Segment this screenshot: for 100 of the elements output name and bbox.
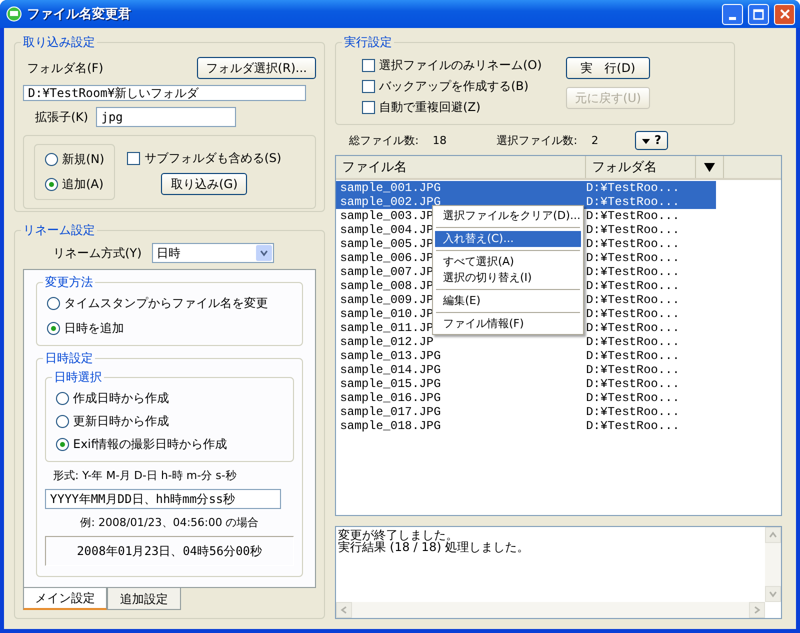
chevron-icon [769,531,777,539]
file-name: sample_015.JPG [338,377,441,391]
minimize-button[interactable] [722,4,743,24]
file-name: sample_004.JP [338,223,434,237]
radio-button[interactable] [56,438,69,451]
checkbox[interactable] [127,152,140,164]
file-name: sample_006.JP [338,251,434,265]
group-title: 変更方法 [43,275,95,289]
radio-label: 追加(A) [62,176,104,193]
horizontal-scrollbar[interactable] [336,602,765,618]
tab[interactable]: 追加設定 [107,588,181,610]
folder-name: D:¥TestRoo... [584,223,681,237]
checkbox[interactable] [362,80,375,93]
column-header[interactable]: ファイル名 [336,156,586,178]
group-title: 日時選択 [52,370,104,384]
checkbox-label: バックアップを作成する(B) [378,78,529,95]
count-label: 選択ファイル数: [496,132,578,148]
sort-arrow-icon[interactable] [704,162,715,172]
file-name: sample_016.JPG [338,391,441,405]
method-dropdown[interactable]: 日時 [152,243,274,263]
format-field[interactable]: YYYY年MM月DD日、hh時mm分ss秒 [45,489,281,509]
help-button[interactable]: ? [635,130,668,150]
radio-button[interactable] [45,153,58,166]
vertical-scrollbar[interactable] [765,527,781,602]
file-name: sample_017.JPG [338,405,441,419]
folder-name: D:¥TestRoo... [584,251,681,265]
file-name: sample_013.JPG [338,349,441,363]
field-label: 拡張子(K) [35,108,88,126]
radio-button[interactable] [47,322,60,335]
radio-label: 新規(N) [62,151,104,168]
file-name: sample_005.JP [338,237,434,251]
chevron-icon [340,606,348,614]
folder-name: D:¥TestRoo... [584,363,681,377]
folder-name: D:¥TestRoo... [584,349,681,363]
app-icon [6,6,22,22]
group-title: 実行設定 [342,35,394,49]
file-name: sample_010.JP [338,307,434,321]
radio-button[interactable] [47,297,60,310]
maximize-icon [753,8,764,20]
run-button[interactable]: 実 行(D) [566,57,650,79]
file-name: sample_012.JP [338,335,434,349]
dropdown-arrow-icon [642,139,650,144]
radio-button[interactable] [45,178,58,191]
group-title: 取り込み設定 [21,35,97,49]
example-label: 例: 2008/01/23、04:56:00 の場合 [80,515,259,530]
radio-label: タイムスタンプからファイル名を変更 [64,295,268,312]
folder-name: D:¥TestRoo... [584,279,681,293]
folder-name: D:¥TestRoo... [584,405,681,419]
folder-select-button[interactable]: フォルダ選択(R)... [196,57,316,79]
count-label: 総ファイル数: [348,132,419,148]
checkbox[interactable] [362,101,375,114]
log-line: 実行結果 (18 / 18) 処理しました。 [338,541,530,553]
menu-item[interactable]: 選択ファイルをクリア(D)... [434,208,581,224]
extension-field[interactable]: jpg [96,107,236,127]
example-result: 2008年01月23日、04時56分00秒 [45,536,294,566]
import-button[interactable]: 取り込み(G) [161,172,248,194]
close-button[interactable] [774,4,795,24]
file-name: sample_001.JPG [338,181,441,195]
selected-file-row[interactable]: sample_001.JPG D:¥TestRoo... [336,181,716,195]
checkbox-label: サブフォルダも含める(S) [144,150,282,166]
radio-label: Exif情報の撮影日時から作成 [73,436,228,453]
tab[interactable]: メイン設定 [23,588,107,610]
file-name: sample_018.JPG [338,419,441,433]
folder-name: D:¥TestRoo... [584,307,681,321]
folder-name: D:¥TestRoo... [584,377,681,391]
folder-name: D:¥TestRoo... [584,321,681,335]
menu-item[interactable]: 編集(E) [434,293,581,309]
folder-name: D:¥TestRoo... [584,293,681,307]
field-label: フォルダ名(F) [27,60,104,76]
radio-button[interactable] [56,415,69,428]
file-name: sample_014.JPG [338,363,441,377]
file-name: sample_009.JP [338,293,434,307]
chevron-icon [260,249,268,257]
maximize-button[interactable] [748,4,769,24]
radio-button[interactable] [56,392,69,405]
folder-name: D:¥TestRoo... [584,335,681,349]
menu-item[interactable]: 入れ替え(C)... [434,231,581,247]
folder-name: D:¥TestRoo... [584,209,681,223]
menu-item[interactable]: ファイル情報(F) [434,316,581,332]
folder-name: D:¥TestRoo... [584,419,681,433]
group-title: 日時設定 [43,351,95,365]
radio-label: 作成日時から作成 [73,390,169,407]
folder-name: D:¥TestRoo... [584,195,681,209]
format-hint: 形式: Y-年 M-月 D-日 h-時 m-分 s-秒 [53,468,236,483]
checkbox-label: 選択ファイルのみリネーム(O) [378,57,542,74]
log-line: 変更が終了しました。 [338,529,458,541]
file-name: sample_011.JP [338,321,434,335]
menu-item[interactable]: 選択の切り替え(I) [434,270,581,286]
folder-name: D:¥TestRoo... [584,181,681,195]
file-name: sample_007.JP [338,265,434,279]
menu-item[interactable]: すべて選択(A) [434,254,581,270]
column-header[interactable]: フォルダ名 [586,156,696,178]
folder-field[interactable]: D:¥TestRoom¥新しいフォルダ [23,85,306,101]
folder-name: D:¥TestRoo... [584,265,681,279]
checkbox-label: 自動で重複回避(Z) [378,99,481,116]
file-name: sample_003.JP [338,209,434,223]
close-icon [780,9,790,19]
file-name: sample_008.JP [338,279,434,293]
checkbox[interactable] [362,59,375,72]
minimize-icon [729,16,736,20]
